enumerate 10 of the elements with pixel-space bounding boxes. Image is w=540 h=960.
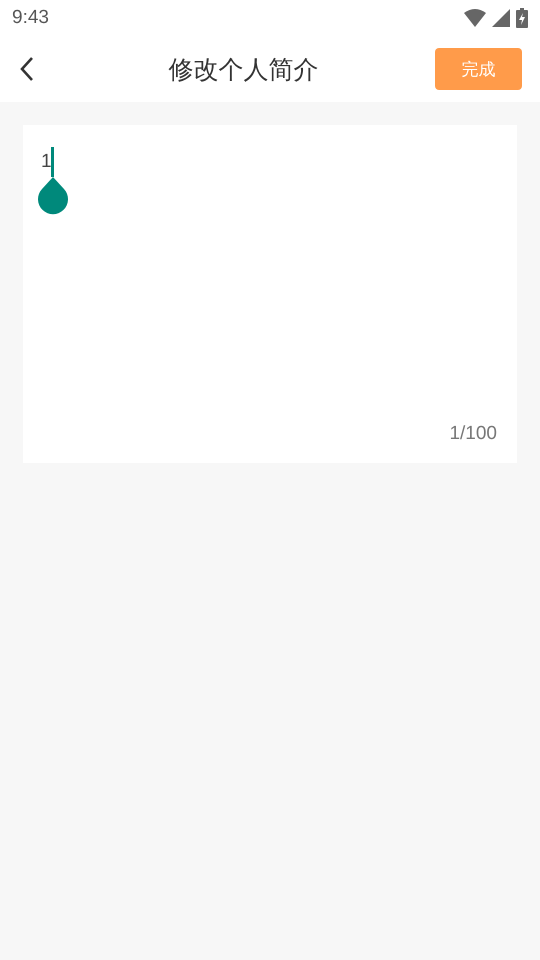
page-title: 修改个人简介 bbox=[168, 54, 318, 86]
cursor-handle-icon bbox=[37, 147, 69, 215]
wifi-icon bbox=[464, 9, 486, 27]
signal-icon bbox=[492, 9, 510, 27]
status-time: 9:43 bbox=[12, 7, 49, 29]
battery-icon bbox=[516, 8, 528, 28]
bio-text: 1 bbox=[41, 151, 52, 172]
back-icon bbox=[20, 56, 34, 82]
character-counter: 1/100 bbox=[449, 423, 497, 445]
bio-input-field[interactable]: 1 1/100 bbox=[23, 125, 517, 463]
